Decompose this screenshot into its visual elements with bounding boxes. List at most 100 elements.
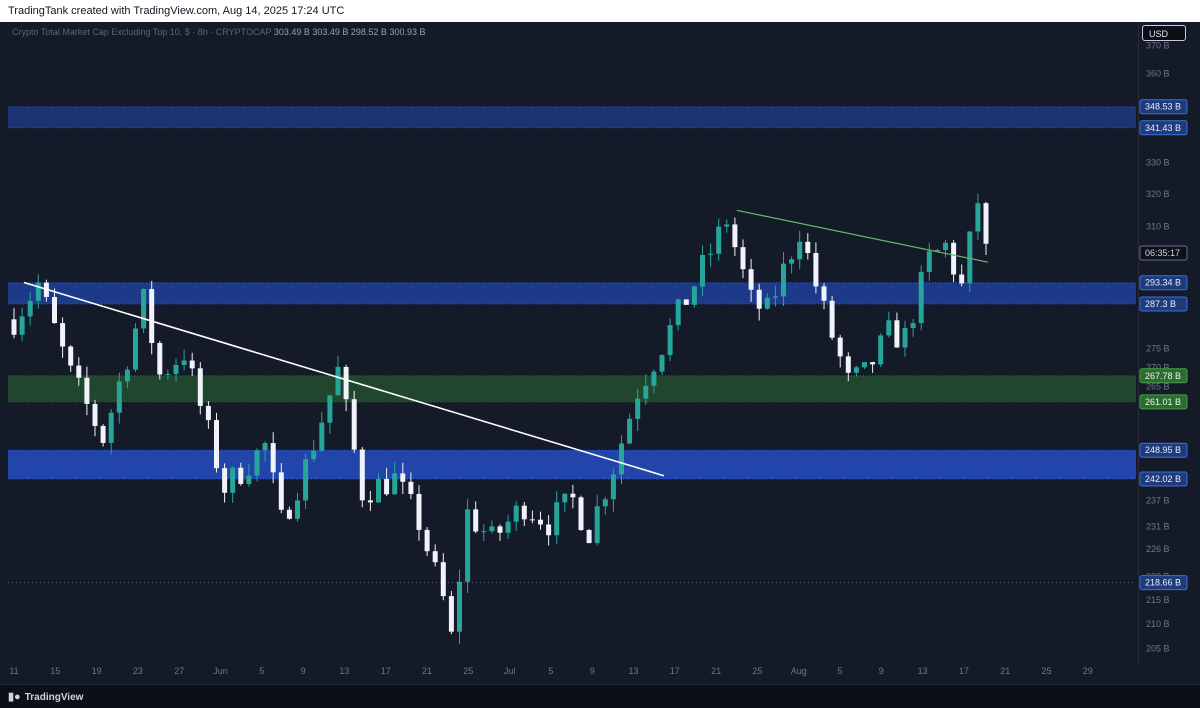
y-tick-label-8: 237 B [1146,495,1170,505]
candle-body-115 [943,242,948,251]
x-tick-label-23: 17 [959,666,969,676]
x-tick-label-8: 13 [339,666,349,676]
candle-body-14 [124,369,130,382]
candle-body-71 [586,529,592,544]
candle-body-52 [432,551,438,563]
candle-body-26 [222,468,228,493]
candle-body-41 [343,366,349,400]
y-tick-label-2: 330 B [1146,158,1170,168]
candle-body-53 [440,562,446,597]
trendlines-layer [23,209,989,477]
y-tick-label-3: 320 B [1146,189,1170,199]
y-tick-label-0: 370 B [1146,41,1170,51]
candle-body-58 [481,531,487,533]
candles-layer [11,193,989,644]
x-tick-label-3: 23 [133,666,143,676]
candle-body-37 [311,450,317,460]
candle-body-59 [489,526,495,532]
candle-body-75 [619,443,624,475]
zone-0 [8,106,1136,128]
x-tick-label-24: 21 [1000,666,1010,676]
price-label-2: 06:35:17 [1145,248,1180,258]
x-tick-label-2: 19 [92,666,102,676]
candle-body-78 [643,385,649,399]
candle-body-28 [238,467,244,484]
x-tick-label-1: 15 [50,666,60,676]
candlestick-chart[interactable]: 370 B360 B330 B320 B310 B275 B270 B265 B… [0,0,1200,707]
candle-body-83 [683,299,689,305]
y-tick-label-5: 275 B [1146,344,1170,354]
candle-body-31 [262,443,268,451]
candle-body-11 [100,425,106,443]
candle-body-67 [554,502,560,536]
candle-body-88 [724,224,730,227]
candle-body-99 [813,253,819,287]
candle-body-81 [667,325,673,356]
candle-body-86 [708,253,714,255]
candle-body-90 [740,247,746,270]
candle-body-5 [52,296,57,324]
x-tick-label-18: 25 [752,666,762,676]
x-tick-label-15: 13 [628,666,638,676]
candle-body-10 [92,403,98,426]
x-tick-label-22: 13 [918,666,928,676]
candle-body-13 [116,381,122,413]
candle-body-69 [570,493,576,498]
candle-body-1 [19,316,25,335]
currency-button[interactable]: USD [1142,25,1186,41]
candle-body-18 [157,342,163,375]
candle-body-101 [829,300,835,338]
candle-body-42 [351,399,357,450]
y-tick-label-13: 210 B [1146,619,1170,629]
candle-body-23 [197,368,203,406]
price-label-4: 287.3 B [1145,299,1176,309]
x-tick-label-9: 17 [381,666,391,676]
candle-body-29 [246,475,252,484]
price-label-0: 348.53 B [1145,102,1181,112]
x-tick-label-26: 29 [1083,666,1093,676]
y-tick-label-4: 310 B [1146,221,1170,231]
x-tick-label-6: 5 [259,666,264,676]
candle-body-17 [149,289,155,343]
price-label-3: 293.34 B [1145,278,1181,288]
x-tick-label-16: 17 [670,666,680,676]
zones-layer [8,106,1136,480]
candle-body-116 [951,242,957,275]
candle-body-8 [76,365,82,378]
candle-body-0 [11,319,17,335]
x-tick-label-4: 27 [174,666,184,676]
candle-body-96 [789,259,795,264]
candle-body-60 [497,526,503,533]
ohlc-close: 300.93 B [389,27,426,37]
candle-body-21 [181,360,187,366]
candle-body-82 [675,299,681,326]
candle-body-73 [602,499,608,507]
candle-body-97 [797,241,803,260]
candle-body-65 [538,519,543,525]
candle-body-12 [108,412,114,443]
candle-body-106 [870,362,876,365]
candle-body-103 [845,356,851,373]
trendline-green [736,209,989,263]
candle-body-54 [448,596,454,632]
x-axis-ticks: 11 15 19 23 27 Jun 5 9 13 17 21 25 Jul 5 9 13 17 21 25 Aug 5… [9,666,1092,676]
candle-body-104 [853,367,859,373]
y-tick-label-9: 231 B [1146,522,1170,532]
candle-body-64 [529,519,535,521]
candle-body-39 [327,395,333,423]
candle-body-119 [975,203,981,232]
candle-body-66 [546,524,552,536]
x-tick-label-21: 9 [879,666,884,676]
candle-body-92 [756,289,762,309]
x-tick-label-7: 9 [301,666,306,676]
x-tick-label-11: 25 [463,666,473,676]
candle-body-55 [457,581,462,632]
ohlc-high: 303.49 B [312,27,349,37]
x-tick-label-5: Jun [213,666,228,676]
y-tick-label-14: 205 B [1146,643,1170,653]
candle-body-3 [35,282,41,301]
x-tick-label-20: 5 [837,666,842,676]
x-tick-label-17: 21 [711,666,721,676]
zone-2 [8,375,1136,402]
footer: ▮● TradingView [0,684,1200,708]
